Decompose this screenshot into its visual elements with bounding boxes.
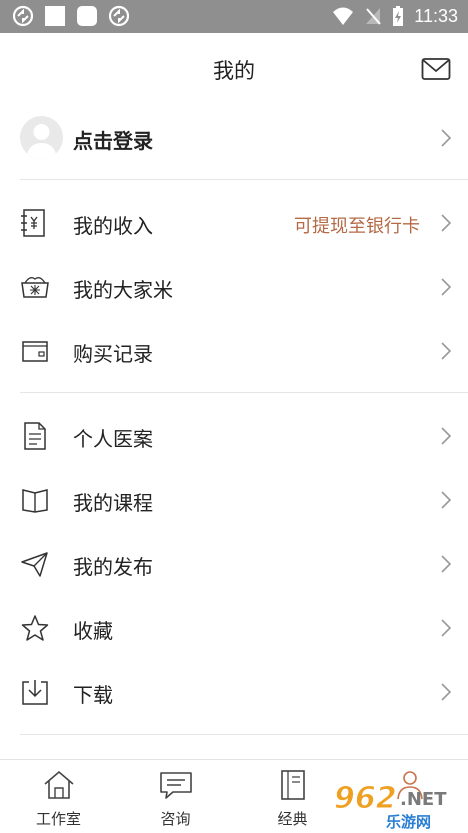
sync-icon <box>12 5 34 27</box>
classic-book-icon <box>281 770 305 800</box>
menu-item-downloads[interactable]: 下载 <box>0 660 468 724</box>
document-icon <box>24 422 46 450</box>
chevron-right-icon <box>441 342 452 360</box>
divider <box>20 392 468 393</box>
avatar[interactable] <box>20 116 63 159</box>
income-icon <box>21 209 45 237</box>
menu-item-purchase-history[interactable]: 购买记录 <box>0 319 468 383</box>
rounded-square-icon <box>77 6 97 26</box>
menu-item-rice[interactable]: 我的大家米 <box>0 255 468 319</box>
chevron-right-icon <box>441 427 452 445</box>
menu-item-label: 我的收入 <box>73 214 153 238</box>
tab-studio[interactable]: 工作室 <box>0 760 117 833</box>
sync-icon-2 <box>108 5 130 27</box>
chevron-right-icon <box>441 683 452 701</box>
divider <box>20 179 468 180</box>
page-header: 我的 <box>0 33 468 105</box>
tab-label: 工作室 <box>35 810 81 828</box>
menu-item-label: 我的课程 <box>73 491 153 515</box>
login-row[interactable]: 点击登录 <box>0 108 468 168</box>
chevron-right-icon <box>441 555 452 573</box>
chevron-right-icon <box>441 278 452 296</box>
menu-item-publications[interactable]: 我的发布 <box>0 532 468 596</box>
star-icon <box>21 615 49 641</box>
tab-consult[interactable]: 咨询 <box>117 760 234 833</box>
withdraw-hint: 可提现至银行卡 <box>294 216 420 237</box>
chevron-right-icon <box>441 619 452 637</box>
wallet-icon <box>22 341 48 362</box>
menu-item-label: 下载 <box>73 683 113 707</box>
status-time: 11:33 <box>414 5 458 26</box>
wifi-icon <box>333 7 354 25</box>
chevron-right-icon <box>441 214 452 232</box>
status-notifications <box>12 5 130 27</box>
chat-icon <box>160 772 192 799</box>
menu-item-case-records[interactable]: 个人医案 <box>0 404 468 468</box>
page-title: 我的 <box>213 59 255 83</box>
status-bar: 11:33 <box>0 0 468 33</box>
book-icon <box>22 489 48 513</box>
default-avatar-icon <box>26 124 57 159</box>
menu-item-courses[interactable]: 我的课程 <box>0 468 468 532</box>
chevron-right-icon <box>441 491 452 509</box>
menu-item-label: 收藏 <box>73 619 113 643</box>
login-label: 点击登录 <box>73 129 153 153</box>
home-icon <box>44 770 74 799</box>
chevron-right-icon <box>441 129 452 147</box>
status-system: 11:33 <box>332 5 458 27</box>
menu-item-label: 个人医案 <box>73 427 153 451</box>
download-icon <box>22 680 48 705</box>
no-signal-icon <box>366 8 382 25</box>
svg-text:.NET: .NET <box>400 789 447 810</box>
divider <box>20 734 468 735</box>
menu-item-label: 我的发布 <box>73 555 153 579</box>
menu-item-label: 购买记录 <box>73 342 153 366</box>
menu-item-label: 我的大家米 <box>73 278 173 302</box>
menu-item-favorites[interactable]: 收藏 <box>0 596 468 660</box>
watermark-logo-graphic: 962 .NET 乐游网 <box>334 781 448 832</box>
battery-charging-icon <box>393 6 404 26</box>
send-icon <box>21 552 48 577</box>
svg-text:乐游网: 乐游网 <box>386 813 431 830</box>
tab-label: 咨询 <box>160 810 191 828</box>
watermark-logo: 962 .NET 乐游网 <box>330 778 468 832</box>
mail-icon[interactable] <box>421 57 451 81</box>
square-icon <box>45 6 65 26</box>
menu-item-income[interactable]: 我的收入 可提现至银行卡 <box>0 191 468 255</box>
svg-text:962: 962 <box>334 781 397 816</box>
rice-icon <box>21 277 49 298</box>
